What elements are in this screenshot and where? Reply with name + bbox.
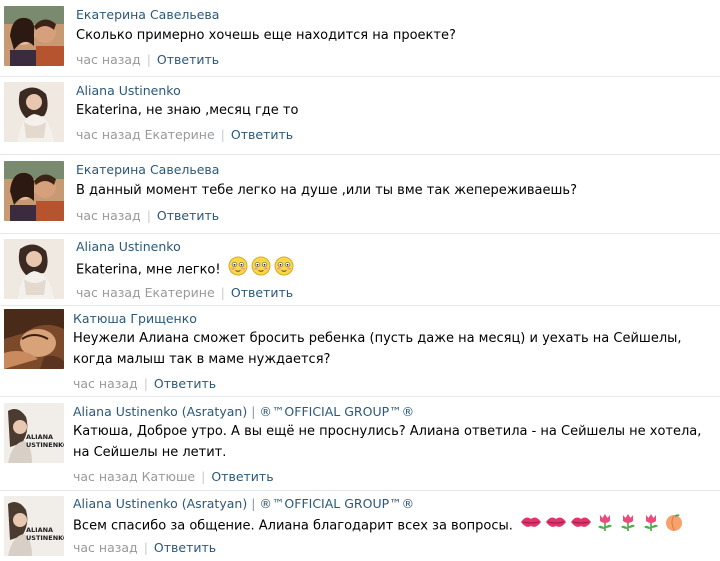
kiss-lips-icon [570, 514, 592, 538]
comment-meta: час назад Екатерине | Ответить [76, 285, 293, 300]
comment-text-line: Катюша, Доброе утро. А вы ещё не проснул… [73, 424, 702, 439]
comment-time[interactable]: час назад Катюше [73, 469, 195, 484]
group-name[interactable]: ®™OFFICIAL GROUP™® [259, 496, 414, 511]
peach-icon [664, 512, 684, 540]
comment-text: Ekaterina, мне легко! [76, 262, 221, 278]
reply-link[interactable]: Ответить [211, 469, 273, 484]
blushing-face-icon [251, 256, 271, 284]
avatar[interactable] [4, 309, 64, 369]
comment-author[interactable]: Aliana Ustinenko [76, 83, 181, 98]
comment-author[interactable]: Aliana Ustinenko [76, 239, 181, 254]
kiss-lips-icon [520, 514, 542, 538]
avatar[interactable]: ALIANA USTINENKO [4, 496, 64, 556]
comment-author[interactable]: Aliana Ustinenko (Asratyan) [73, 496, 247, 511]
avatar[interactable] [4, 239, 64, 299]
meta-separator: | [143, 376, 148, 391]
comment-meta: час назад | Ответить [73, 376, 216, 391]
comment-meta: час назад Екатерине | Ответить [76, 127, 293, 142]
comment-author[interactable]: Екатерина Савельева [76, 7, 219, 22]
meta-separator: | [220, 127, 225, 142]
comment-text: Сколько примерно хочешь еще находится на… [76, 28, 456, 43]
blushing-face-icon [228, 256, 248, 284]
comment-text: Ekaterina, не знаю ,месяц где то [76, 103, 299, 118]
tulip-icon [641, 512, 661, 540]
meta-separator: | [146, 208, 151, 223]
comment-2: Aliana Ustinenko Ekaterina, не знаю ,мес… [0, 77, 720, 154]
meta-separator: | [201, 469, 206, 484]
comment-time[interactable]: час назад [73, 540, 138, 555]
reply-link[interactable]: Ответить [157, 208, 219, 223]
avatar[interactable]: ALIANA USTINENKO [4, 403, 64, 463]
comment-text-line: на Сейшелы не летит. [73, 445, 227, 460]
avatar[interactable] [4, 6, 64, 66]
reply-link[interactable]: Ответить [231, 127, 293, 142]
avatar[interactable] [4, 161, 64, 221]
comment-author[interactable]: Aliana Ustinenko (Asratyan) [73, 404, 247, 419]
comment-author[interactable]: Катюша Грищенко [73, 311, 197, 326]
comment-author-row: Aliana Ustinenko (Asratyan) | ®™OFFICIAL G… [73, 496, 414, 511]
comment-text-row: Ekaterina, мне легко! [76, 256, 294, 284]
comment-7: ALIANA USTINENKO Aliana Ustinenko (Asrat… [0, 491, 720, 561]
avatar-badge-line: ALIANA [26, 433, 54, 441]
avatar-badge-line: ALIANA [26, 526, 54, 534]
comment-6: ALIANA USTINENKO Aliana Ustinenko (Asrat… [0, 397, 720, 490]
kiss-lips-icon [545, 514, 567, 538]
avatar-badge-line: USTINENKO [26, 534, 64, 542]
comment-time[interactable]: час назад [76, 52, 141, 67]
reply-link[interactable]: Ответить [157, 52, 219, 67]
meta-separator: | [143, 540, 148, 555]
comment-3: Екатерина Савельева В данный момент тебе… [0, 155, 720, 233]
comment-time[interactable]: час назад [76, 208, 141, 223]
tulip-icon [595, 512, 615, 540]
comment-text-line: Неужели Алиана сможет бросить ребенка (п… [73, 331, 682, 346]
comment-meta: час назад | Ответить [76, 52, 219, 67]
reply-link[interactable]: Ответить [154, 376, 216, 391]
comment-meta: час назад | Ответить [73, 540, 216, 555]
meta-separator: | [220, 285, 225, 300]
comment-1: Екатерина Савельева Сколько примерно хоч… [0, 0, 720, 76]
group-name[interactable]: ®™OFFICIAL GROUP™® [259, 404, 414, 419]
comment-5: Катюша Грищенко Неужели Алиана сможет бр… [0, 306, 720, 396]
comment-text: Всем спасибо за общение. Алиана благодар… [73, 518, 513, 534]
comment-time[interactable]: час назад Екатерине [76, 127, 215, 142]
comment-text-line: когда малыш так в маме нуждается? [73, 352, 331, 367]
comment-meta: час назад Катюше | Ответить [73, 469, 274, 484]
comment-meta: час назад | Ответить [76, 208, 219, 223]
blushing-face-icon [274, 256, 294, 284]
comment-text: В данный момент тебе легко на душе ,или … [76, 183, 577, 198]
meta-separator: | [146, 52, 151, 67]
tulip-icon [618, 512, 638, 540]
avatar-badge-line: USTINENKO [26, 441, 64, 449]
comment-time[interactable]: час назад [73, 376, 138, 391]
reply-link[interactable]: Ответить [154, 540, 216, 555]
comment-author[interactable]: Екатерина Савельева [76, 162, 219, 177]
reply-link[interactable]: Ответить [231, 285, 293, 300]
avatar[interactable] [4, 82, 64, 142]
comment-text-row: Всем спасибо за общение. Алиана благодар… [73, 512, 684, 540]
comment-time[interactable]: час назад Екатерине [76, 285, 215, 300]
comment-author-row: Aliana Ustinenko (Asratyan) | ®™OFFICIAL G… [73, 404, 414, 419]
comment-4: Aliana Ustinenko Ekaterina, мне легко! ч… [0, 234, 720, 305]
author-separator: | [251, 404, 256, 419]
author-separator: | [251, 496, 256, 511]
